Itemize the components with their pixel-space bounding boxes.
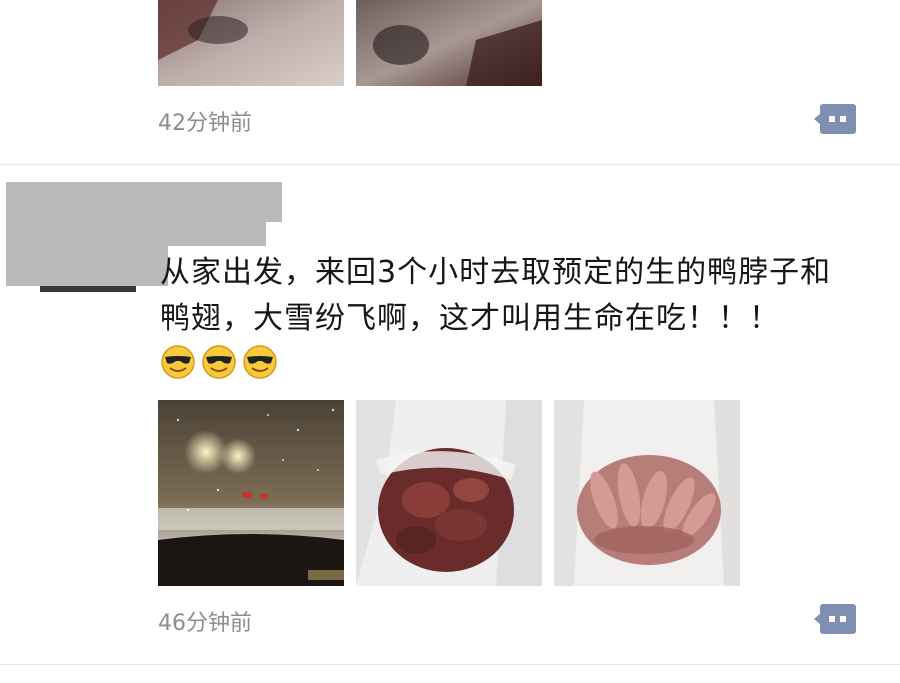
post-2-timestamp: 46分钟前 — [158, 611, 252, 636]
sunglasses-smile-emoji-icon — [243, 345, 277, 379]
post-1-timestamp: 42分钟前 — [158, 111, 252, 136]
post-divider — [0, 664, 900, 665]
sunglasses-smile-emoji-icon — [202, 345, 236, 379]
post-divider — [0, 164, 900, 165]
avatar[interactable] — [40, 286, 136, 292]
post-2-comment-button[interactable] — [814, 603, 856, 635]
comment-dots-icon — [814, 104, 856, 134]
post-1-comment-button[interactable] — [814, 103, 856, 135]
post-2-photo-3[interactable] — [554, 400, 740, 586]
duck-necks-in-bag-photo-icon — [356, 400, 542, 586]
sunglasses-smile-emoji-icon — [161, 345, 195, 379]
post-2-body: 从家出发，来回3个小时去取预定的生的鸭脖子和鸭翅，大雪纷飞啊，这才叫用生命在吃！… — [160, 255, 832, 336]
post-1-photo-2[interactable] — [356, 0, 542, 86]
post-2-text: 从家出发，来回3个小时去取预定的生的鸭脖子和鸭翅，大雪纷飞啊，这才叫用生命在吃！… — [160, 250, 850, 388]
post-2-photo-1[interactable] — [158, 400, 344, 586]
post-1-photo-1[interactable] — [158, 0, 344, 86]
cropped-photo-dark-icon — [158, 0, 344, 86]
post-2-photo-2[interactable] — [356, 400, 542, 586]
snowy-night-road-photo-icon — [158, 400, 344, 586]
comment-dots-icon — [814, 604, 856, 634]
duck-wings-in-bag-photo-icon — [554, 400, 740, 586]
cropped-photo-dark-icon — [356, 0, 542, 86]
emoji-group — [160, 345, 283, 382]
